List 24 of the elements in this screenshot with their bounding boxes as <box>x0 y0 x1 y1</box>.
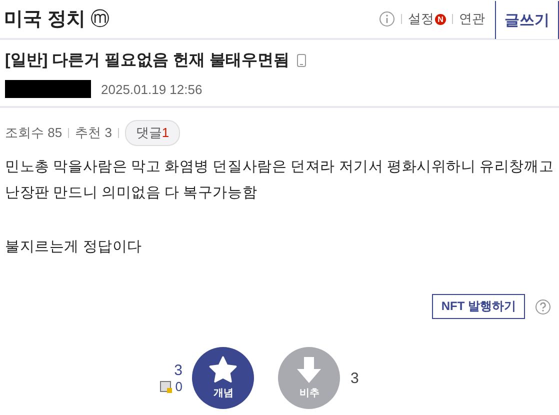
post-date: 2025.01.19 12:56 <box>101 82 202 96</box>
post-stat: 조회수 85 <box>5 124 62 142</box>
info-icon[interactable] <box>379 11 395 27</box>
downvote-count: 3 <box>350 370 359 386</box>
down-arrow-icon <box>296 356 322 384</box>
post-stat: 추천 3 <box>75 124 112 142</box>
post-paragraph: 민노총 막을사람은 막고 화염병 던질사람은 던져라 저기서 평화시위하니 유리창깨고 난장판 만드니 의미없음 다 복구가능함 <box>5 158 554 203</box>
header-link[interactable]: 연관 <box>459 10 485 28</box>
help-icon[interactable] <box>535 298 551 314</box>
upvote-count: 3 <box>174 362 182 379</box>
new-badge: N <box>435 14 446 24</box>
board-title: 미국 정치 <box>4 8 86 32</box>
post-paragraph: 불지르는게 정답이다 <box>5 238 144 257</box>
mobile-icon <box>297 54 306 67</box>
memo-icon <box>160 380 172 392</box>
fixed-upvote-count: 0 <box>175 379 182 394</box>
upvote-button[interactable]: 개념 <box>192 347 254 409</box>
write-button[interactable]: 글쓰기 <box>495 1 559 39</box>
comment-count-badge[interactable]: 댓글1 <box>124 120 180 146</box>
header-link[interactable]: 설정 N <box>408 10 446 28</box>
nft-button[interactable]: NFT 발행하기 <box>432 294 525 319</box>
star-icon <box>208 356 238 384</box>
post-title: [일반] 다른거 필요없음 헌재 불태우면됨 <box>5 51 290 71</box>
minor-gallery-mark: ⓜ <box>90 8 110 32</box>
